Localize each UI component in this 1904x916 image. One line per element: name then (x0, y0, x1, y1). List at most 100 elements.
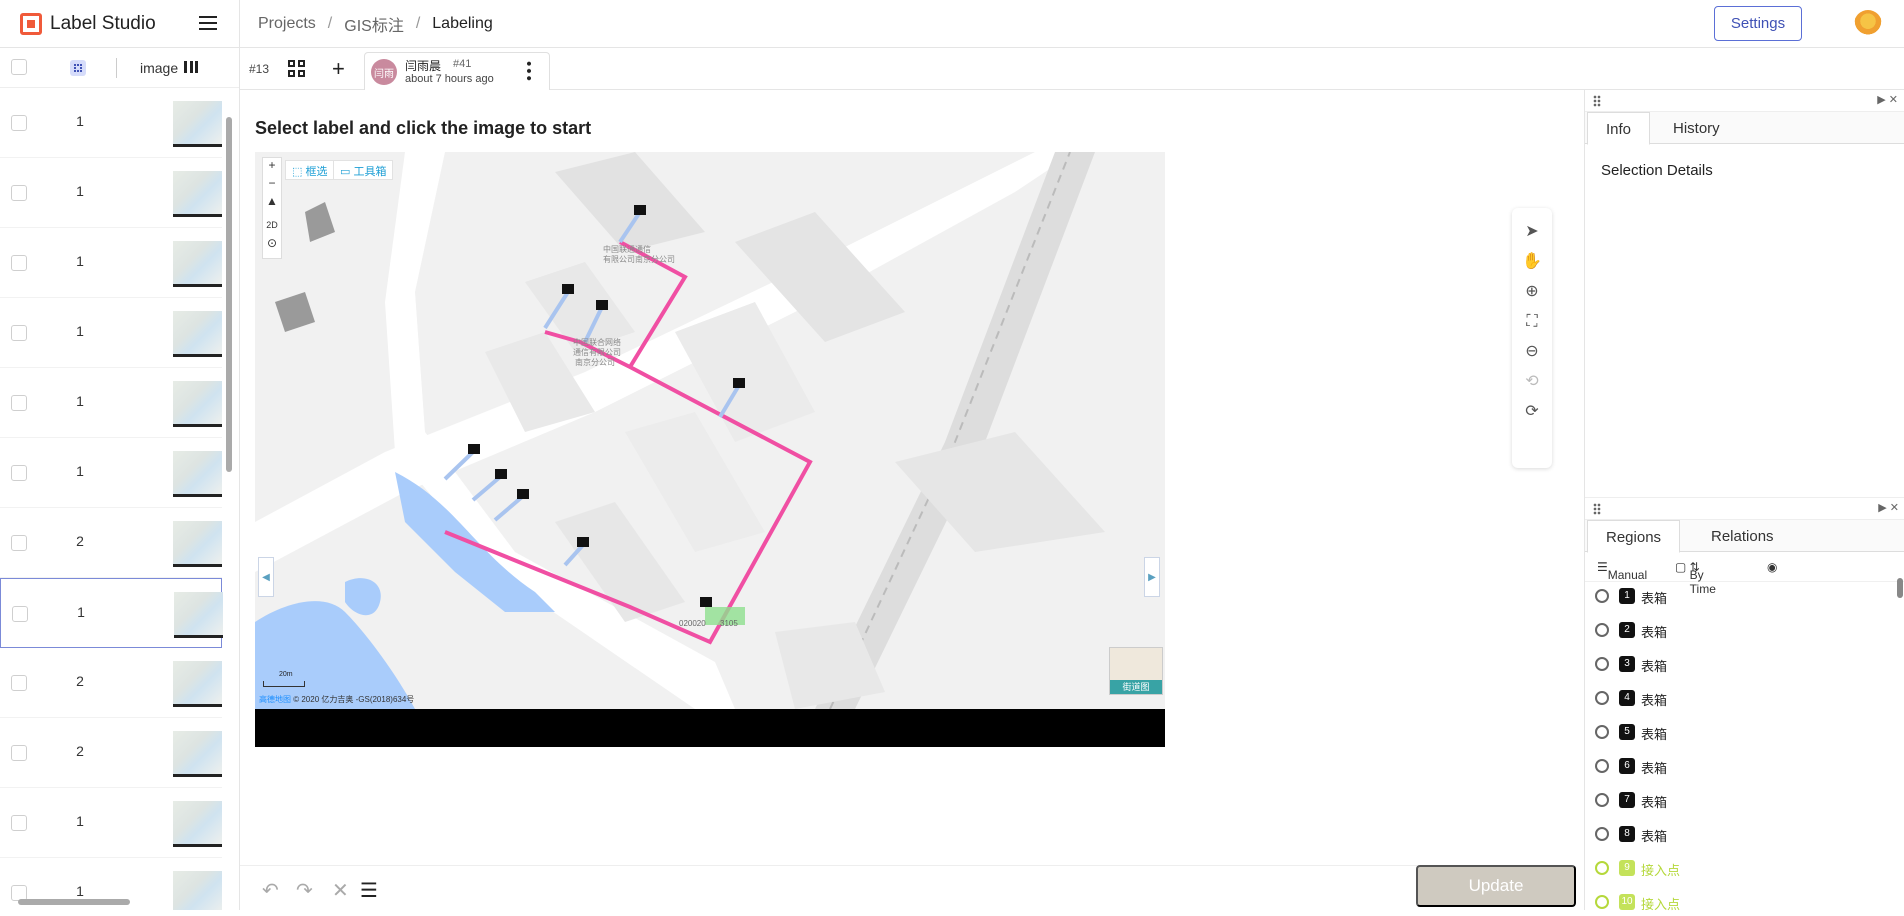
row-checkbox[interactable] (11, 745, 27, 761)
row-checkbox[interactable] (11, 395, 27, 411)
collapse-right-icon[interactable]: ▶ (1144, 557, 1160, 597)
redo-icon[interactable]: ↷ (296, 878, 313, 903)
polyline-icon (1595, 691, 1609, 705)
map-select-tool[interactable]: ⬚ 框选 (285, 160, 335, 180)
map-zoom-controls[interactable]: + − ▲ 2D ⊙ (262, 157, 282, 259)
annotation-id: #41 (453, 58, 472, 70)
drag-handle-icon[interactable] (1593, 503, 1601, 515)
zoom-in-icon[interactable]: ⊕ (1522, 282, 1542, 302)
tab-info[interactable]: Info (1587, 112, 1651, 145)
task-row[interactable]: 2 (0, 508, 222, 578)
polyline-icon (1595, 657, 1609, 671)
region-item[interactable]: 3 表箱 (1585, 650, 1895, 678)
task-row[interactable]: 1 (0, 298, 222, 368)
row-checkbox[interactable] (11, 115, 27, 131)
rotate-left-icon[interactable]: ⟲ (1522, 372, 1542, 392)
by-time-sort[interactable]: ▢ By Time ⇅ (1675, 560, 1716, 596)
panel-controls-icon[interactable]: ▶ ✕ (1877, 93, 1898, 106)
region-number: 4 (1619, 690, 1635, 706)
zoom-in-button[interactable]: + (263, 158, 281, 176)
row-checkbox[interactable] (11, 465, 27, 481)
menu-icon[interactable] (199, 15, 217, 30)
row-checkbox[interactable] (11, 255, 27, 271)
region-item[interactable]: 10 接入点 (1585, 888, 1895, 916)
grid-view-icon[interactable] (70, 60, 86, 76)
update-button[interactable]: Update (1416, 865, 1576, 907)
row-checkbox[interactable] (11, 815, 27, 831)
row-checkbox[interactable] (11, 325, 27, 341)
region-item[interactable]: 1 表箱 (1585, 582, 1895, 610)
task-row[interactable]: 1 (0, 88, 222, 158)
tab-history[interactable]: History (1655, 112, 1738, 145)
svg-text:南京分公司: 南京分公司 (575, 357, 615, 367)
region-label: 接入点 (1641, 897, 1681, 912)
info-panel-header: ▶ ✕ (1585, 90, 1904, 112)
undo-icon[interactable]: ↶ (262, 878, 279, 903)
task-id: #13 (249, 62, 270, 76)
reset-icon[interactable]: ✕ (332, 878, 349, 903)
task-list-scrollbar[interactable] (224, 113, 234, 893)
image-thumbnail (173, 101, 222, 147)
row-checkbox[interactable] (11, 535, 27, 551)
right-panel: ▶ ✕ Info History Selection Details ▶ ✕ R… (1584, 90, 1904, 912)
compass-icon[interactable]: ▲ (263, 194, 281, 214)
zoom-out-button[interactable]: − (263, 176, 281, 194)
manual-sort[interactable]: ☰ Manual (1597, 560, 1647, 582)
map-canvas[interactable]: 中国联通通信 有限公司南京分公司 中国联合网络 通信有限公司 南京分公司 020… (255, 152, 1165, 709)
columns-icon[interactable] (184, 61, 198, 73)
task-row[interactable]: 2 (0, 648, 222, 718)
tab-relations[interactable]: Relations (1693, 520, 1792, 553)
task-row[interactable]: 2 (0, 718, 222, 788)
task-row[interactable]: 1 (0, 578, 223, 648)
region-item[interactable]: 7 表箱 (1585, 786, 1895, 814)
more-options-icon[interactable] (527, 60, 531, 82)
select-all-checkbox[interactable] (11, 59, 27, 75)
column-header-image[interactable]: image (140, 60, 178, 76)
drag-handle-icon[interactable] (1593, 95, 1601, 107)
annotation-count: 2 (76, 533, 84, 549)
task-row[interactable]: 1 (0, 368, 222, 438)
map-toolbox[interactable]: ▭ 工具箱 (333, 160, 394, 180)
region-item[interactable]: 8 表箱 (1585, 820, 1895, 848)
annotation-tabs: #13 + 闫雨 闫雨晨 #41 about 7 hours ago (240, 48, 1904, 90)
region-item[interactable]: 2 表箱 (1585, 616, 1895, 644)
regions-scrollbar[interactable] (1897, 578, 1903, 598)
regions-panel-header: ▶ ✕ (1585, 498, 1904, 520)
row-checkbox[interactable] (12, 606, 28, 622)
tab-regions[interactable]: Regions (1587, 520, 1681, 553)
pan-icon[interactable]: ✋ (1522, 252, 1542, 272)
add-annotation-icon[interactable]: + (332, 56, 345, 82)
task-list-hscrollbar[interactable] (0, 894, 222, 910)
row-checkbox[interactable] (11, 675, 27, 691)
region-number: 2 (1619, 622, 1635, 638)
settings-sliders-icon[interactable]: ☰ (360, 878, 378, 903)
mode-2d-button[interactable]: 2D (263, 214, 281, 236)
user-avatar[interactable] (1854, 10, 1882, 38)
task-row[interactable]: 1 (0, 228, 222, 298)
region-item[interactable]: 4 表箱 (1585, 684, 1895, 712)
region-item[interactable]: 9 接入点 (1585, 854, 1895, 882)
visibility-icon[interactable]: ◉ (1767, 560, 1777, 574)
row-checkbox[interactable] (11, 185, 27, 201)
pointer-icon[interactable]: ➤ (1522, 222, 1542, 242)
brand: Label Studio (0, 0, 240, 48)
fit-icon[interactable]: ⛶ (1522, 312, 1542, 332)
task-row[interactable]: 1 (0, 158, 222, 228)
region-item[interactable]: 5 表箱 (1585, 718, 1895, 746)
zoom-out-icon[interactable]: ⊖ (1522, 342, 1542, 362)
task-row[interactable]: 1 (0, 438, 222, 508)
rotate-right-icon[interactable]: ⟳ (1522, 402, 1542, 422)
annotation-tab[interactable]: 闫雨 闫雨晨 #41 about 7 hours ago (364, 52, 550, 90)
grid-icon[interactable] (288, 60, 306, 78)
region-item[interactable]: 6 表箱 (1585, 752, 1895, 780)
image-thumbnail (173, 311, 222, 357)
collapse-left-icon[interactable]: ◀ (258, 557, 274, 597)
task-row[interactable]: 1 (0, 788, 222, 858)
street-map-toggle[interactable]: 街道图 (1109, 647, 1163, 695)
breadcrumb-projects[interactable]: Projects (258, 15, 316, 33)
map-svg: 中国联通通信 有限公司南京分公司 中国联合网络 通信有限公司 南京分公司 020… (255, 152, 1165, 709)
breadcrumb-project[interactable]: GIS标注 (344, 12, 404, 36)
settings-button[interactable]: Settings (1714, 6, 1802, 41)
panel-controls-icon[interactable]: ▶ ✕ (1878, 501, 1899, 514)
locate-icon[interactable]: ⊙ (263, 236, 281, 256)
